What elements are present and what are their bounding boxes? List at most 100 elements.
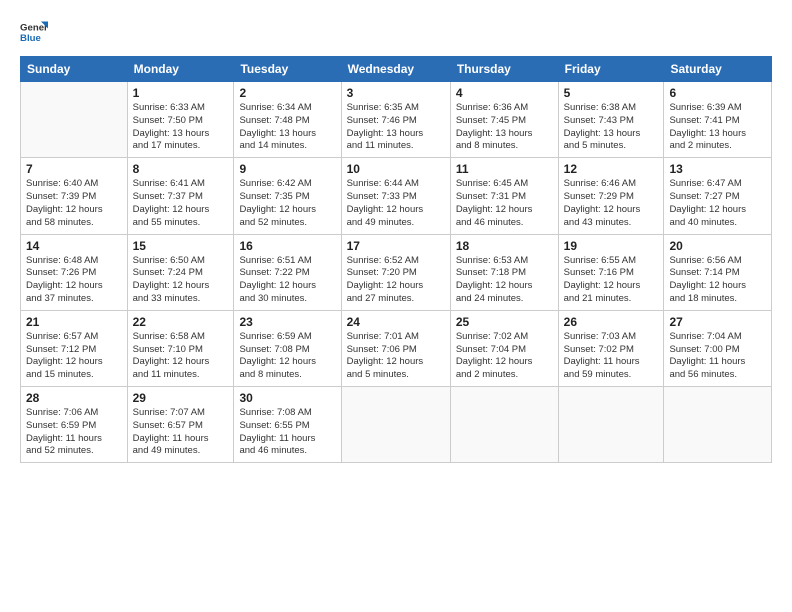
calendar-cell: 12 Sunrise: 6:46 AM Sunset: 7:29 PM Dayli… [558, 158, 664, 234]
day-info: Sunrise: 6:34 AM Sunset: 7:48 PM Dayligh… [239, 102, 335, 153]
calendar-cell [21, 82, 128, 158]
day-number: 7 [26, 162, 122, 176]
calendar-cell: 23 Sunrise: 6:59 AM Sunset: 7:08 PM Dayli… [234, 310, 341, 386]
day-number: 1 [133, 86, 229, 100]
week-row-2: 7 Sunrise: 6:40 AM Sunset: 7:39 PM Daylig… [21, 158, 772, 234]
day-number: 15 [133, 239, 229, 253]
logo-icon: General Blue [20, 18, 48, 46]
day-number: 11 [456, 162, 553, 176]
calendar-cell: 17 Sunrise: 6:52 AM Sunset: 7:20 PM Dayli… [341, 234, 450, 310]
weekday-header-sunday: Sunday [21, 57, 128, 82]
day-info: Sunrise: 6:48 AM Sunset: 7:26 PM Dayligh… [26, 255, 122, 306]
calendar-cell: 18Sunrise: 6:53 AM Sunset: 7:18 PM Dayli… [450, 234, 558, 310]
logo: General Blue [20, 18, 48, 46]
calendar-cell: 27 Sunrise: 7:04 AM Sunset: 7:00 PM Dayli… [664, 310, 772, 386]
day-number: 17 [347, 239, 445, 253]
day-number: 27 [669, 315, 766, 329]
day-number: 5 [564, 86, 659, 100]
day-number: 9 [239, 162, 335, 176]
weekday-header-monday: Monday [127, 57, 234, 82]
day-info: Sunrise: 6:52 AM Sunset: 7:20 PM Dayligh… [347, 255, 445, 306]
day-info: Sunrise: 6:36 AM Sunset: 7:45 PM Dayligh… [456, 102, 553, 153]
day-info: Sunrise: 6:33 AM Sunset: 7:50 PM Dayligh… [133, 102, 229, 153]
week-row-3: 14 Sunrise: 6:48 AM Sunset: 7:26 PM Dayli… [21, 234, 772, 310]
day-info: Sunrise: 6:55 AM Sunset: 7:16 PM Dayligh… [564, 255, 659, 306]
calendar-cell: 24 Sunrise: 7:01 AM Sunset: 7:06 PM Dayli… [341, 310, 450, 386]
calendar-cell: 5Sunrise: 6:38 AM Sunset: 7:43 PM Daylig… [558, 82, 664, 158]
day-info: Sunrise: 7:07 AM Sunset: 6:57 PM Dayligh… [133, 407, 229, 458]
calendar-cell [341, 387, 450, 463]
day-info: Sunrise: 7:06 AM Sunset: 6:59 PM Dayligh… [26, 407, 122, 458]
day-info: Sunrise: 6:42 AM Sunset: 7:35 PM Dayligh… [239, 178, 335, 229]
day-number: 13 [669, 162, 766, 176]
calendar-cell: 4Sunrise: 6:36 AM Sunset: 7:45 PM Daylig… [450, 82, 558, 158]
day-number: 12 [564, 162, 659, 176]
day-number: 3 [347, 86, 445, 100]
calendar-cell: 28 Sunrise: 7:06 AM Sunset: 6:59 PM Dayli… [21, 387, 128, 463]
header: General Blue [20, 18, 772, 46]
day-number: 2 [239, 86, 335, 100]
day-info: Sunrise: 6:44 AM Sunset: 7:33 PM Dayligh… [347, 178, 445, 229]
calendar-cell: 2 Sunrise: 6:34 AM Sunset: 7:48 PM Daylig… [234, 82, 341, 158]
day-info: Sunrise: 7:02 AM Sunset: 7:04 PM Dayligh… [456, 331, 553, 382]
day-info: Sunrise: 6:45 AM Sunset: 7:31 PM Dayligh… [456, 178, 553, 229]
day-info: Sunrise: 6:46 AM Sunset: 7:29 PM Dayligh… [564, 178, 659, 229]
calendar-cell: 30 Sunrise: 7:08 AM Sunset: 6:55 PM Dayli… [234, 387, 341, 463]
weekday-header-wednesday: Wednesday [341, 57, 450, 82]
calendar-cell: 7 Sunrise: 6:40 AM Sunset: 7:39 PM Daylig… [21, 158, 128, 234]
week-row-5: 28 Sunrise: 7:06 AM Sunset: 6:59 PM Dayli… [21, 387, 772, 463]
calendar-cell: 6Sunrise: 6:39 AM Sunset: 7:41 PM Daylig… [664, 82, 772, 158]
calendar-cell [664, 387, 772, 463]
week-row-4: 21Sunrise: 6:57 AM Sunset: 7:12 PM Dayli… [21, 310, 772, 386]
calendar-cell: 25 Sunrise: 7:02 AM Sunset: 7:04 PM Dayli… [450, 310, 558, 386]
day-number: 8 [133, 162, 229, 176]
day-number: 25 [456, 315, 553, 329]
calendar-cell: 26 Sunrise: 7:03 AM Sunset: 7:02 PM Dayli… [558, 310, 664, 386]
day-number: 10 [347, 162, 445, 176]
day-info: Sunrise: 7:08 AM Sunset: 6:55 PM Dayligh… [239, 407, 335, 458]
day-number: 30 [239, 391, 335, 405]
weekday-header-saturday: Saturday [664, 57, 772, 82]
day-info: Sunrise: 7:03 AM Sunset: 7:02 PM Dayligh… [564, 331, 659, 382]
calendar-cell: 14 Sunrise: 6:48 AM Sunset: 7:26 PM Dayli… [21, 234, 128, 310]
day-info: Sunrise: 6:40 AM Sunset: 7:39 PM Dayligh… [26, 178, 122, 229]
day-number: 29 [133, 391, 229, 405]
day-info: Sunrise: 6:39 AM Sunset: 7:41 PM Dayligh… [669, 102, 766, 153]
weekday-header-row: SundayMondayTuesdayWednesdayThursdayFrid… [21, 57, 772, 82]
week-row-1: 1 Sunrise: 6:33 AM Sunset: 7:50 PM Daylig… [21, 82, 772, 158]
calendar-cell: 8 Sunrise: 6:41 AM Sunset: 7:37 PM Daylig… [127, 158, 234, 234]
calendar-cell: 29 Sunrise: 7:07 AM Sunset: 6:57 PM Dayli… [127, 387, 234, 463]
calendar-cell: 22Sunrise: 6:58 AM Sunset: 7:10 PM Dayli… [127, 310, 234, 386]
day-number: 16 [239, 239, 335, 253]
calendar-cell: 1 Sunrise: 6:33 AM Sunset: 7:50 PM Daylig… [127, 82, 234, 158]
day-info: Sunrise: 6:51 AM Sunset: 7:22 PM Dayligh… [239, 255, 335, 306]
svg-text:Blue: Blue [20, 33, 41, 44]
day-info: Sunrise: 7:04 AM Sunset: 7:00 PM Dayligh… [669, 331, 766, 382]
day-number: 23 [239, 315, 335, 329]
day-info: Sunrise: 6:41 AM Sunset: 7:37 PM Dayligh… [133, 178, 229, 229]
calendar-cell: 10 Sunrise: 6:44 AM Sunset: 7:33 PM Dayli… [341, 158, 450, 234]
calendar-cell: 9 Sunrise: 6:42 AM Sunset: 7:35 PM Daylig… [234, 158, 341, 234]
weekday-header-thursday: Thursday [450, 57, 558, 82]
calendar-table: SundayMondayTuesdayWednesdayThursdayFrid… [20, 56, 772, 463]
day-info: Sunrise: 6:53 AM Sunset: 7:18 PM Dayligh… [456, 255, 553, 306]
day-number: 24 [347, 315, 445, 329]
day-info: Sunrise: 6:59 AM Sunset: 7:08 PM Dayligh… [239, 331, 335, 382]
day-number: 14 [26, 239, 122, 253]
day-info: Sunrise: 6:56 AM Sunset: 7:14 PM Dayligh… [669, 255, 766, 306]
calendar-cell: 21Sunrise: 6:57 AM Sunset: 7:12 PM Dayli… [21, 310, 128, 386]
calendar-cell: 19 Sunrise: 6:55 AM Sunset: 7:16 PM Dayli… [558, 234, 664, 310]
calendar-cell: 15Sunrise: 6:50 AM Sunset: 7:24 PM Dayli… [127, 234, 234, 310]
weekday-header-friday: Friday [558, 57, 664, 82]
day-info: Sunrise: 7:01 AM Sunset: 7:06 PM Dayligh… [347, 331, 445, 382]
day-number: 20 [669, 239, 766, 253]
day-info: Sunrise: 6:47 AM Sunset: 7:27 PM Dayligh… [669, 178, 766, 229]
day-info: Sunrise: 6:57 AM Sunset: 7:12 PM Dayligh… [26, 331, 122, 382]
day-number: 22 [133, 315, 229, 329]
calendar-cell [450, 387, 558, 463]
day-number: 28 [26, 391, 122, 405]
calendar-cell: 3Sunrise: 6:35 AM Sunset: 7:46 PM Daylig… [341, 82, 450, 158]
calendar-cell: 20 Sunrise: 6:56 AM Sunset: 7:14 PM Dayli… [664, 234, 772, 310]
day-number: 26 [564, 315, 659, 329]
day-number: 19 [564, 239, 659, 253]
